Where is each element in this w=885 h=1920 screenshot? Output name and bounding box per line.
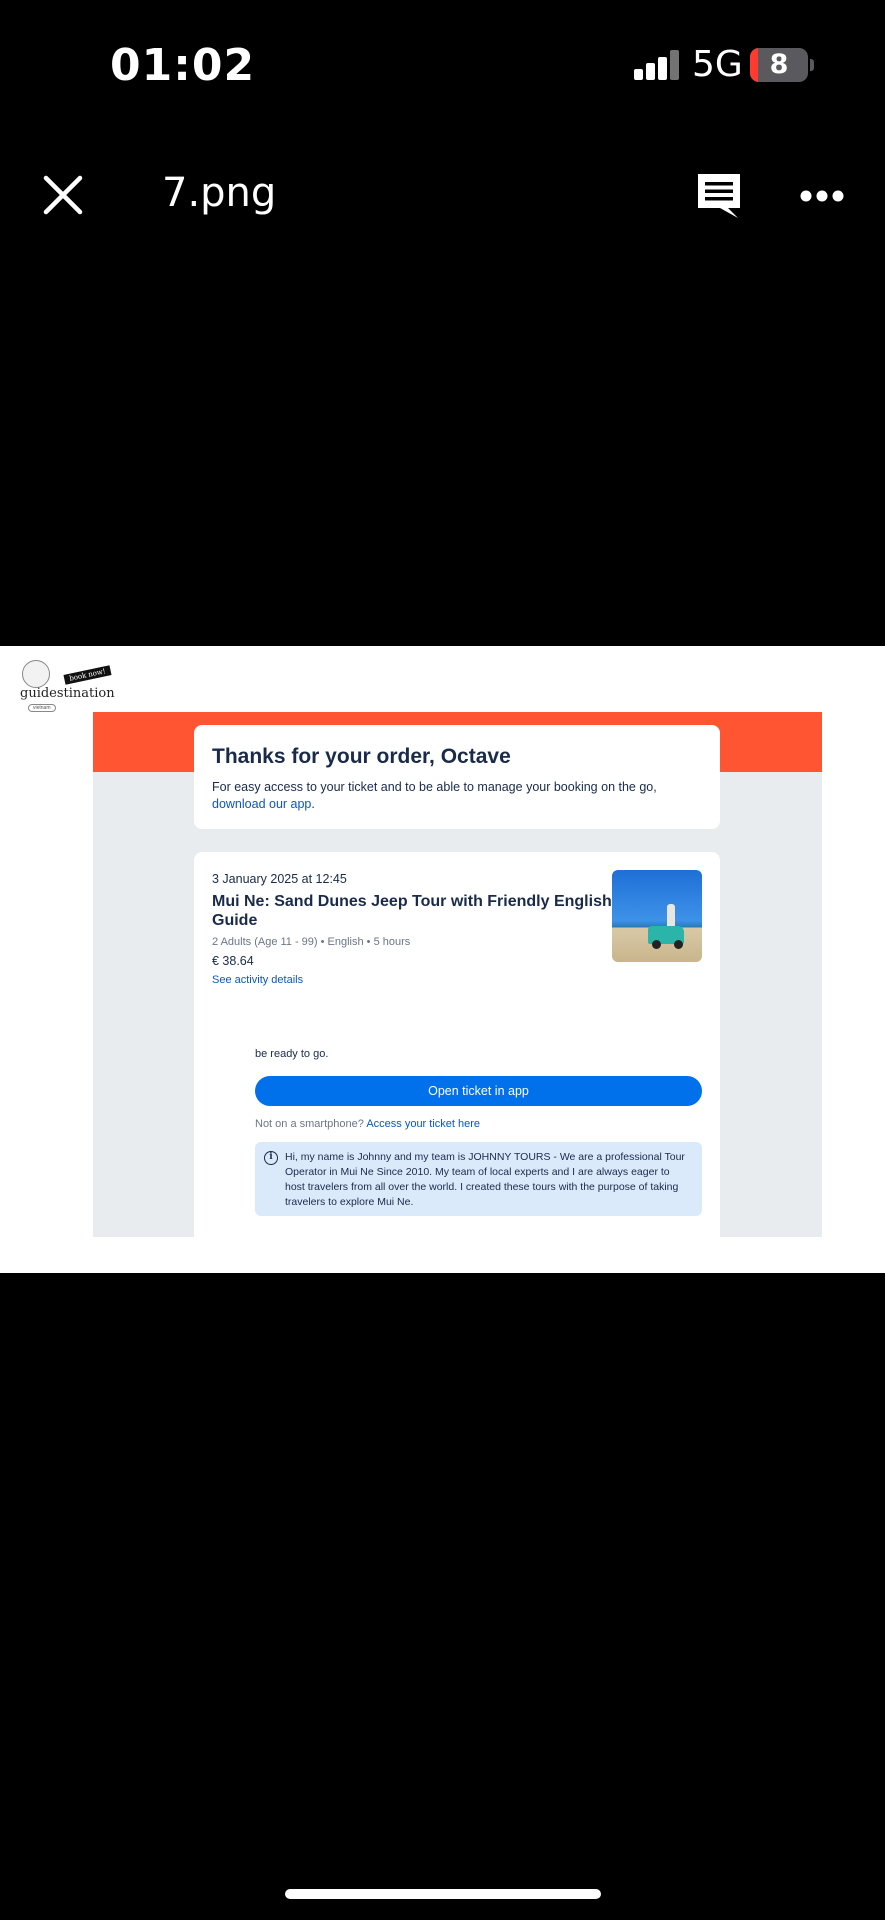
battery-icon: 8: [750, 48, 808, 82]
close-button[interactable]: [40, 172, 86, 218]
brand-logo: book now! guidestination vietnam: [20, 660, 115, 716]
battery-level: 8: [769, 49, 789, 80]
email-body: Thanks for your order, Octave For easy a…: [93, 712, 822, 1252]
order-title: Thanks for your order, Octave: [212, 745, 511, 768]
not-smartphone-line: Not on a smartphone? Access your ticket …: [255, 1118, 480, 1130]
photo-wheel: [652, 940, 661, 949]
brand-sub: vietnam: [28, 704, 56, 712]
order-intro-text: For easy access to your ticket and to be…: [212, 780, 657, 794]
comment-icon: [698, 174, 740, 218]
network-label: 5G: [692, 44, 743, 85]
image-preview: book now! guidestination vietnam Thanks …: [0, 646, 885, 1273]
activity-title: Mui Ne: Sand Dunes Jeep Tour with Friend…: [212, 893, 612, 929]
more-button[interactable]: [800, 184, 844, 208]
brand-tag: book now!: [63, 665, 112, 685]
operator-info-text: Hi, my name is Johnny and my team is JOH…: [285, 1151, 685, 1208]
brand-emblem: [22, 660, 50, 688]
open-ticket-button[interactable]: Open ticket in app: [255, 1076, 702, 1106]
operator-info-box: i Hi, my name is Johnny and my team is J…: [255, 1142, 702, 1216]
info-icon: i: [264, 1151, 278, 1165]
home-indicator[interactable]: [285, 1889, 601, 1899]
activity-photo: [612, 870, 702, 962]
ready-text: be ready to go.: [255, 1048, 329, 1060]
order-intro: For easy access to your ticket and to be…: [212, 779, 702, 813]
signal-icon: [634, 50, 680, 80]
comment-button[interactable]: [694, 170, 744, 222]
activity-card: 3 January 2025 at 12:45 Mui Ne: Sand Dun…: [194, 852, 720, 1252]
photo-person: [667, 904, 675, 926]
download-app-link[interactable]: download our app: [212, 797, 311, 811]
access-ticket-link[interactable]: Access your ticket here: [366, 1118, 480, 1130]
not-smartphone-text: Not on a smartphone?: [255, 1118, 364, 1130]
close-icon: [43, 175, 83, 215]
activity-details-link[interactable]: See activity details: [212, 974, 702, 986]
battery-cap: [810, 59, 814, 71]
file-title: 7.png: [162, 170, 277, 216]
status-time: 01:02: [110, 40, 256, 91]
order-card: Thanks for your order, Octave For easy a…: [194, 725, 720, 829]
more-icon: [800, 190, 844, 202]
order-intro-end: .: [311, 797, 315, 811]
brand-name: guidestination: [20, 686, 115, 701]
photo-wheel: [674, 940, 683, 949]
